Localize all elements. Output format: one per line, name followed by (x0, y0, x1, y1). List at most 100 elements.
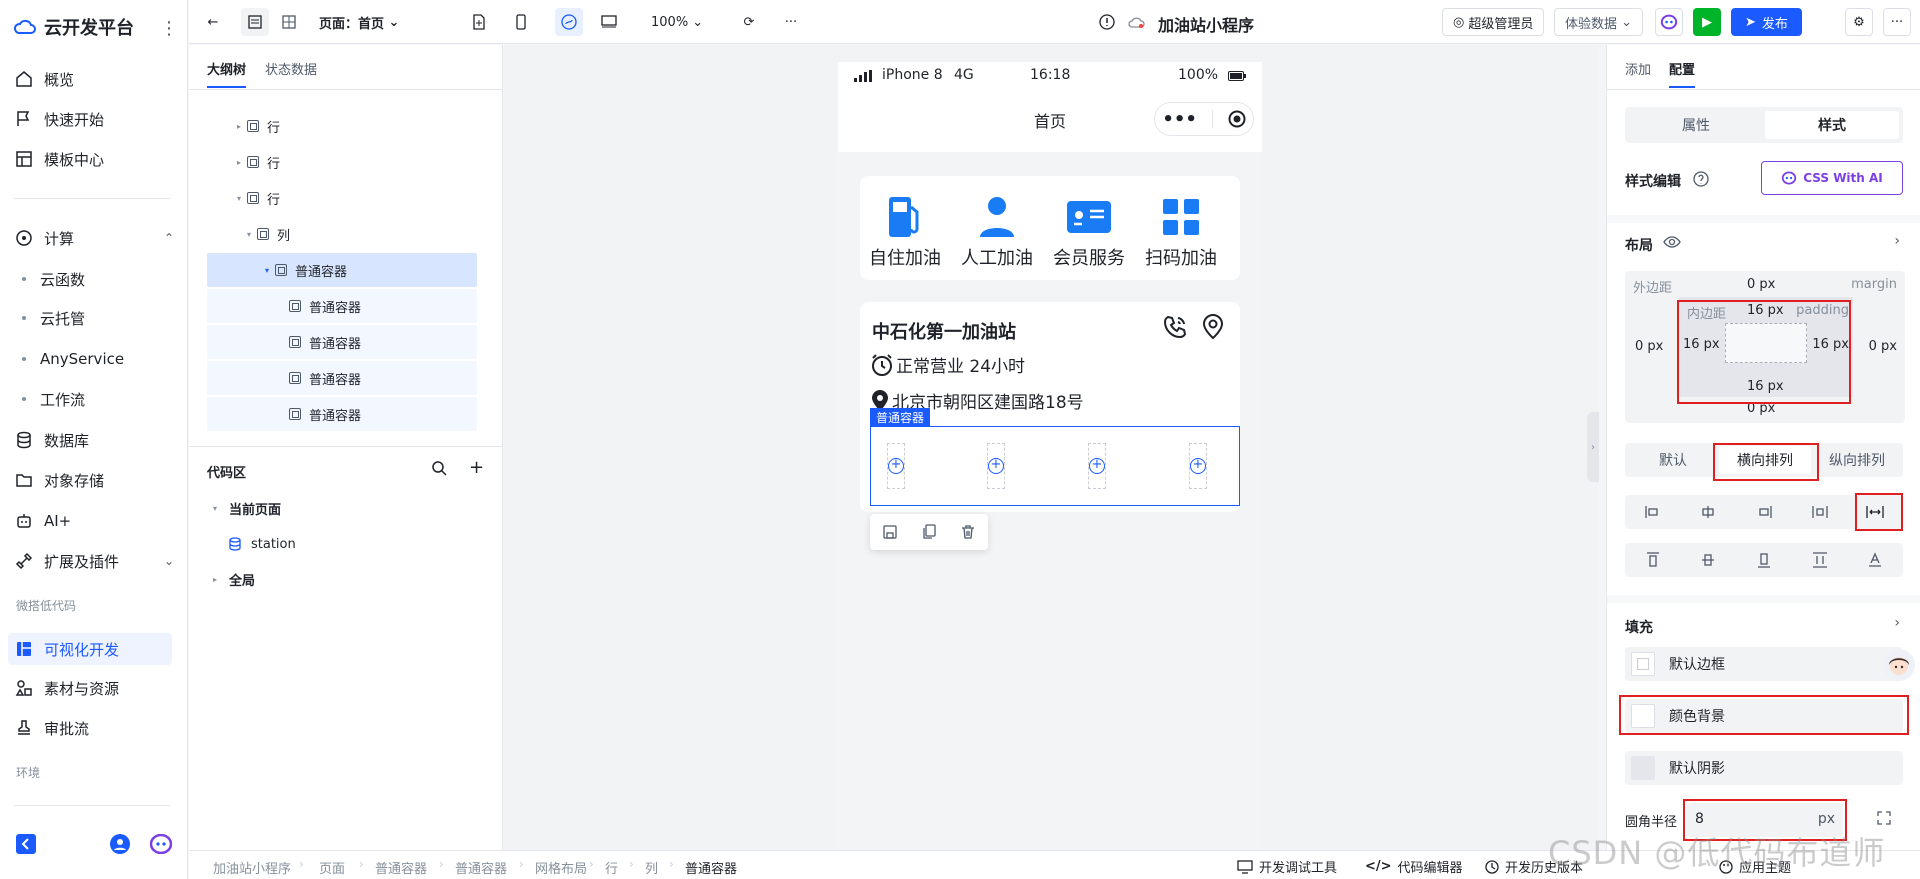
trash-icon[interactable] (960, 524, 976, 540)
sidebar-item-quickstart[interactable]: 快速开始 (14, 105, 174, 133)
grid-view-icon[interactable] (275, 8, 303, 36)
drop-slot[interactable]: + (987, 443, 1005, 489)
tree-node-selected-container[interactable]: ▾ 普通容器 (207, 253, 477, 287)
code-group-global[interactable]: ▸ 全局 (207, 562, 477, 596)
sidebar-item-overview[interactable]: 概览 (14, 65, 174, 93)
devtools-button[interactable]: 开发调试工具 (1237, 857, 1337, 876)
zoom-selector[interactable]: 100% ⌄ (651, 8, 703, 36)
help-circle-icon[interactable] (1693, 171, 1709, 187)
tab-config[interactable]: 配置 (1669, 59, 1696, 88)
sidebar-item-compute[interactable]: 计算 ⌃ (14, 224, 174, 252)
cloud-sync-icon[interactable] (1123, 8, 1151, 36)
margin-left-value[interactable]: 0 px (1635, 339, 1663, 354)
sidebar-item-extensions[interactable]: 扩展及插件 ⌄ (14, 547, 174, 575)
phone-call-icon[interactable] (1162, 314, 1188, 340)
tab-style[interactable]: 样式 (1765, 111, 1899, 139)
refresh-icon[interactable]: ⟳ (735, 8, 763, 36)
more-vertical-icon[interactable]: ⋮ (160, 18, 178, 39)
page-selector[interactable]: 页面：首页 ⌄ (319, 8, 399, 36)
sidebar-item-templates[interactable]: 模板中心 (14, 145, 174, 173)
breadcrumb-item[interactable]: 列 (645, 858, 658, 877)
margin-right-value[interactable]: 0 px (1869, 339, 1897, 354)
tree-node-container[interactable]: 普通容器 (207, 325, 477, 359)
panel-collapse-handle[interactable]: › (1587, 412, 1599, 482)
page-view-icon[interactable] (241, 8, 269, 36)
tree-node-row[interactable]: ▾ 行 (207, 181, 477, 215)
sidebar-item-ai[interactable]: AI+ (14, 507, 174, 535)
css-with-ai-button[interactable]: CSS With AI (1761, 161, 1903, 195)
justify-center-icon[interactable] (1688, 498, 1728, 526)
ai-assistant-icon[interactable] (150, 834, 172, 854)
sidebar-subitem[interactable]: 云托管 (22, 304, 85, 332)
tab-properties[interactable]: 属性 (1629, 111, 1763, 139)
code-item-station[interactable]: station (207, 527, 477, 561)
align-baseline-icon[interactable] (1855, 546, 1895, 574)
publish-button[interactable]: ➤ 发布 (1731, 8, 1802, 36)
tree-node-row[interactable]: ▸ 行 (207, 109, 477, 143)
breadcrumb-item[interactable]: 普通容器 (455, 858, 507, 877)
breadcrumb-current[interactable]: 普通容器 (685, 858, 737, 877)
service-member[interactable]: 会员服务 (1044, 194, 1134, 270)
service-scan-fuel[interactable]: 扫码加油 (1136, 194, 1226, 270)
tree-node-container[interactable]: 普通容器 (207, 289, 477, 323)
align-middle-icon[interactable] (1688, 546, 1728, 574)
tree-node-row[interactable]: ▸ 行 (207, 145, 477, 179)
desktop-view-icon[interactable] (595, 8, 623, 36)
sidebar-item-assets[interactable]: 素材与资源 (14, 674, 174, 702)
margin-top-value[interactable]: 0 px (1747, 277, 1775, 292)
sidebar-subitem[interactable]: AnyService (22, 345, 124, 373)
app-theme-button[interactable]: 应用主题 (1719, 857, 1791, 876)
tab-state-data[interactable]: 状态数据 (265, 59, 317, 78)
search-icon[interactable] (431, 460, 447, 476)
tab-add[interactable]: 添加 (1625, 59, 1651, 78)
back-arrow-icon[interactable]: ← (199, 8, 227, 36)
tree-node-container[interactable]: 普通容器 (207, 397, 477, 431)
more-horizontal-icon[interactable]: ··· (1883, 8, 1911, 36)
add-icon[interactable]: + (469, 457, 484, 478)
direction-vertical[interactable]: 纵向排列 (1811, 446, 1903, 474)
tab-outline-tree[interactable]: 大纲树 (207, 59, 247, 88)
chevron-right-icon[interactable]: › (1894, 615, 1900, 631)
align-stretch-icon[interactable] (1800, 546, 1840, 574)
selected-container[interactable]: + + + + (870, 426, 1240, 506)
data-mode-select[interactable]: 体验数据 ⌄ (1554, 8, 1644, 36)
sidebar-item-storage[interactable]: 对象存储 (14, 466, 174, 494)
breadcrumb-item[interactable]: 行 (605, 858, 618, 877)
align-bottom-icon[interactable] (1744, 546, 1784, 574)
tree-node-column[interactable]: ▾ 列 (207, 217, 477, 251)
chevron-right-icon[interactable]: › (1894, 233, 1900, 249)
save-icon[interactable] (882, 524, 898, 540)
sidebar-subitem[interactable]: 云函数 (22, 265, 85, 293)
sidebar-item-visual-dev[interactable]: 可视化开发 (8, 633, 172, 665)
preview-play-button[interactable]: ▶ (1693, 8, 1721, 36)
drop-slot[interactable]: + (1088, 443, 1106, 489)
more-horizontal-icon[interactable]: ··· (777, 8, 805, 36)
justify-start-icon[interactable] (1633, 498, 1673, 526)
border-style-row[interactable]: 默认边框 (1625, 647, 1903, 681)
mobile-view-icon[interactable] (507, 8, 535, 36)
service-manual-fuel[interactable]: 人工加油 (952, 194, 1042, 270)
expand-corners-icon[interactable] (1877, 811, 1891, 825)
breadcrumb-item[interactable]: 页面 (319, 858, 345, 877)
ai-assistant-icon[interactable] (1655, 8, 1683, 36)
breadcrumb-item[interactable]: 普通容器 (375, 858, 427, 877)
history-button[interactable]: 开发历史版本 (1485, 857, 1583, 876)
service-self-fuel[interactable]: 自住加油 (860, 194, 950, 270)
tree-node-container[interactable]: 普通容器 (207, 361, 477, 395)
shadow-style-row[interactable]: 默认阴影 (1625, 751, 1903, 785)
role-button[interactable]: ◎ 超级管理员 (1442, 8, 1545, 36)
eye-icon[interactable] (1663, 235, 1681, 249)
miniprogram-view-icon[interactable] (555, 8, 583, 36)
assistant-avatar[interactable] (1883, 649, 1915, 681)
breadcrumb-item[interactable]: 加油站小程序 (213, 858, 291, 877)
align-top-icon[interactable] (1633, 546, 1673, 574)
brand[interactable]: 云开发平台 (14, 14, 134, 40)
code-editor-button[interactable]: </> 代码编辑器 (1365, 857, 1463, 876)
settings-gear-icon[interactable]: ⚙ (1845, 8, 1873, 36)
user-avatar-icon[interactable] (110, 834, 130, 854)
drop-slot[interactable]: + (887, 443, 905, 489)
miniprogram-capsule[interactable]: ••• (1154, 102, 1254, 136)
direction-default[interactable]: 默认 (1627, 446, 1719, 474)
location-pin-icon[interactable] (1202, 314, 1224, 340)
sidebar-item-database[interactable]: 数据库 (14, 426, 174, 454)
